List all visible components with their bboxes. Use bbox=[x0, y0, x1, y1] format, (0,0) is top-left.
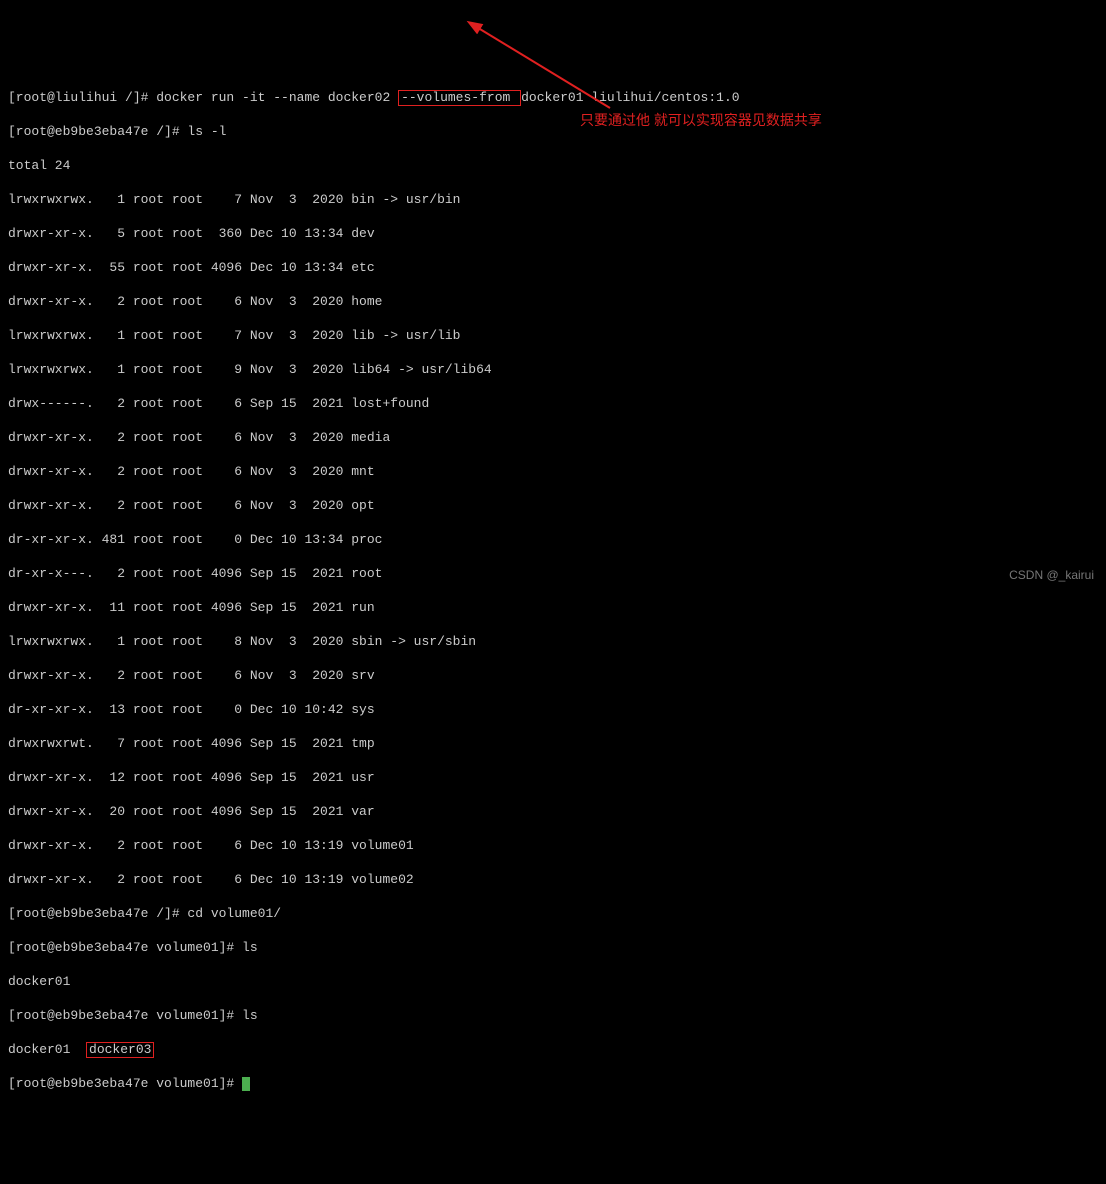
command-line-2: [root@eb9be3eba47e /]# ls -l bbox=[8, 123, 1098, 140]
file-entry: drwxrwxrwt. 7 root root 4096 Sep 15 2021… bbox=[8, 735, 1098, 752]
file-entry: dr-xr-xr-x. 481 root root 0 Dec 10 13:34… bbox=[8, 531, 1098, 548]
file-entry: drwxr-xr-x. 5 root root 360 Dec 10 13:34… bbox=[8, 225, 1098, 242]
file-entry: lrwxrwxrwx. 1 root root 9 Nov 3 2020 lib… bbox=[8, 361, 1098, 378]
terminal-cursor bbox=[242, 1077, 250, 1091]
file-entry: drwxr-xr-x. 2 root root 6 Dec 10 13:19 v… bbox=[8, 871, 1098, 888]
ls-item: docker01 bbox=[8, 1042, 86, 1057]
command-line-6[interactable]: [root@eb9be3eba47e volume01]# bbox=[8, 1075, 1098, 1092]
file-entry: drwxr-xr-x. 55 root root 4096 Dec 10 13:… bbox=[8, 259, 1098, 276]
file-entry: drwxr-xr-x. 2 root root 6 Nov 3 2020 opt bbox=[8, 497, 1098, 514]
prompt-text: [root@liulihui /]# docker run -it --name… bbox=[8, 90, 398, 105]
watermark: CSDN @_kairui bbox=[1009, 567, 1094, 584]
ls-output-1: docker01 bbox=[8, 973, 1098, 990]
file-entry: lrwxrwxrwx. 1 root root 8 Nov 3 2020 sbi… bbox=[8, 633, 1098, 650]
file-entry: drwxr-xr-x. 20 root root 4096 Sep 15 202… bbox=[8, 803, 1098, 820]
file-entry: dr-xr-xr-x. 13 root root 0 Dec 10 10:42 … bbox=[8, 701, 1098, 718]
highlight-volumes-from: --volumes-from bbox=[398, 90, 521, 106]
file-entry: drwxr-xr-x. 11 root root 4096 Sep 15 202… bbox=[8, 599, 1098, 616]
command-suffix: docker01 liulihui/centos:1.0 bbox=[521, 90, 739, 105]
terminal-output[interactable]: [root@liulihui /]# docker run -it --name… bbox=[0, 68, 1106, 1113]
command-line-5: [root@eb9be3eba47e volume01]# ls bbox=[8, 1007, 1098, 1024]
ls-output-2: docker01 docker03 bbox=[8, 1041, 1098, 1058]
file-entry: lrwxrwxrwx. 1 root root 7 Nov 3 2020 bin… bbox=[8, 191, 1098, 208]
file-entry: drwx------. 2 root root 6 Sep 15 2021 lo… bbox=[8, 395, 1098, 412]
file-entry: lrwxrwxrwx. 1 root root 7 Nov 3 2020 lib… bbox=[8, 327, 1098, 344]
file-entry: drwxr-xr-x. 2 root root 6 Nov 3 2020 mnt bbox=[8, 463, 1098, 480]
file-entry: drwxr-xr-x. 2 root root 6 Nov 3 2020 med… bbox=[8, 429, 1098, 446]
file-entry: drwxr-xr-x. 2 root root 6 Dec 10 13:19 v… bbox=[8, 837, 1098, 854]
command-line-1: [root@liulihui /]# docker run -it --name… bbox=[8, 89, 1098, 106]
file-entry: dr-xr-x---. 2 root root 4096 Sep 15 2021… bbox=[8, 565, 1098, 582]
command-line-4: [root@eb9be3eba47e volume01]# ls bbox=[8, 939, 1098, 956]
file-entry: drwxr-xr-x. 2 root root 6 Nov 3 2020 hom… bbox=[8, 293, 1098, 310]
file-entry: drwxr-xr-x. 12 root root 4096 Sep 15 202… bbox=[8, 769, 1098, 786]
command-line-3: [root@eb9be3eba47e /]# cd volume01/ bbox=[8, 905, 1098, 922]
total-line: total 24 bbox=[8, 157, 1098, 174]
file-entry: drwxr-xr-x. 2 root root 6 Nov 3 2020 srv bbox=[8, 667, 1098, 684]
annotation-text: 只要通过他 就可以实现容器见数据共享 bbox=[580, 112, 822, 129]
highlight-docker03: docker03 bbox=[86, 1042, 154, 1058]
prompt-text: [root@eb9be3eba47e volume01]# bbox=[8, 1076, 242, 1091]
